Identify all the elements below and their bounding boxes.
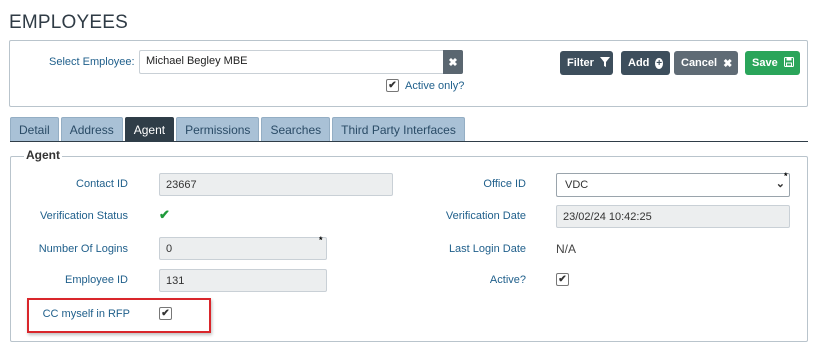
tab-divider <box>10 141 808 142</box>
verification-date-field: 23/02/24 10:42:25 <box>556 205 790 228</box>
floppy-disk-icon <box>783 56 794 70</box>
save-button-label: Save <box>752 57 778 69</box>
active-label: Active? <box>489 274 526 286</box>
contact-id-label: Contact ID <box>76 178 128 190</box>
required-marker: * <box>784 171 788 181</box>
tab-detail[interactable]: Detail <box>10 117 59 141</box>
filter-button-label: Filter <box>567 57 594 69</box>
agent-legend: Agent <box>24 148 62 162</box>
tab-permissions[interactable]: Permissions <box>176 117 260 141</box>
highlight-box <box>27 298 211 333</box>
save-button[interactable]: Save <box>745 51 800 75</box>
filter-button[interactable]: Filter <box>560 51 613 75</box>
verification-status-label: Verification Status <box>39 210 128 222</box>
tab-agent[interactable]: Agent <box>124 117 175 141</box>
close-icon: ✖ <box>448 56 458 69</box>
office-id-value: VDC <box>565 179 589 191</box>
verification-date-label: Verification Date <box>445 210 526 222</box>
last-login-date-label: Last Login Date <box>448 243 526 255</box>
employee-id-label: Employee ID <box>65 274 128 286</box>
active-only-toggle[interactable]: ✔ Active only? <box>386 79 464 92</box>
employee-select-panel: Select Employee: Michael Begley MBE ✖ ✔ … <box>9 40 808 107</box>
tab-bar: Detail Address Agent Permissions Searche… <box>10 117 465 141</box>
select-employee-label: Select Employee: <box>49 56 135 68</box>
tab-address[interactable]: Address <box>60 117 123 141</box>
active-only-checkbox[interactable]: ✔ <box>386 79 399 92</box>
active-only-label: Active only? <box>405 79 465 92</box>
employee-id-field: 131 <box>159 269 327 292</box>
cancel-button[interactable]: Cancel ✖ <box>674 51 738 75</box>
tab-third-party-interfaces[interactable]: Third Party Interfaces <box>332 117 465 141</box>
employee-input[interactable]: Michael Begley MBE <box>139 50 443 74</box>
close-icon: ✖ <box>723 57 733 70</box>
add-button-label: Add <box>628 57 650 69</box>
tab-searches[interactable]: Searches <box>261 117 331 141</box>
clear-employee-button[interactable]: ✖ <box>443 50 463 74</box>
number-of-logins-label: Number Of Logins <box>38 243 128 255</box>
plus-circle-icon: + <box>655 57 663 69</box>
add-button[interactable]: Add + <box>621 51 670 75</box>
cancel-button-label: Cancel <box>681 57 718 69</box>
required-marker: * <box>319 235 323 245</box>
active-checkbox[interactable]: ✔ <box>556 273 569 286</box>
number-of-logins-field[interactable]: 0 <box>159 237 327 260</box>
contact-id-field: 23667 <box>159 173 393 196</box>
check-icon: ✔ <box>159 207 170 222</box>
last-login-date-value: N/A <box>556 242 577 256</box>
office-id-select[interactable]: VDC ⌄ <box>556 173 790 197</box>
filter-icon <box>599 56 610 70</box>
office-id-label: Office ID <box>483 178 526 190</box>
page-title: EMPLOYEES <box>9 12 129 33</box>
